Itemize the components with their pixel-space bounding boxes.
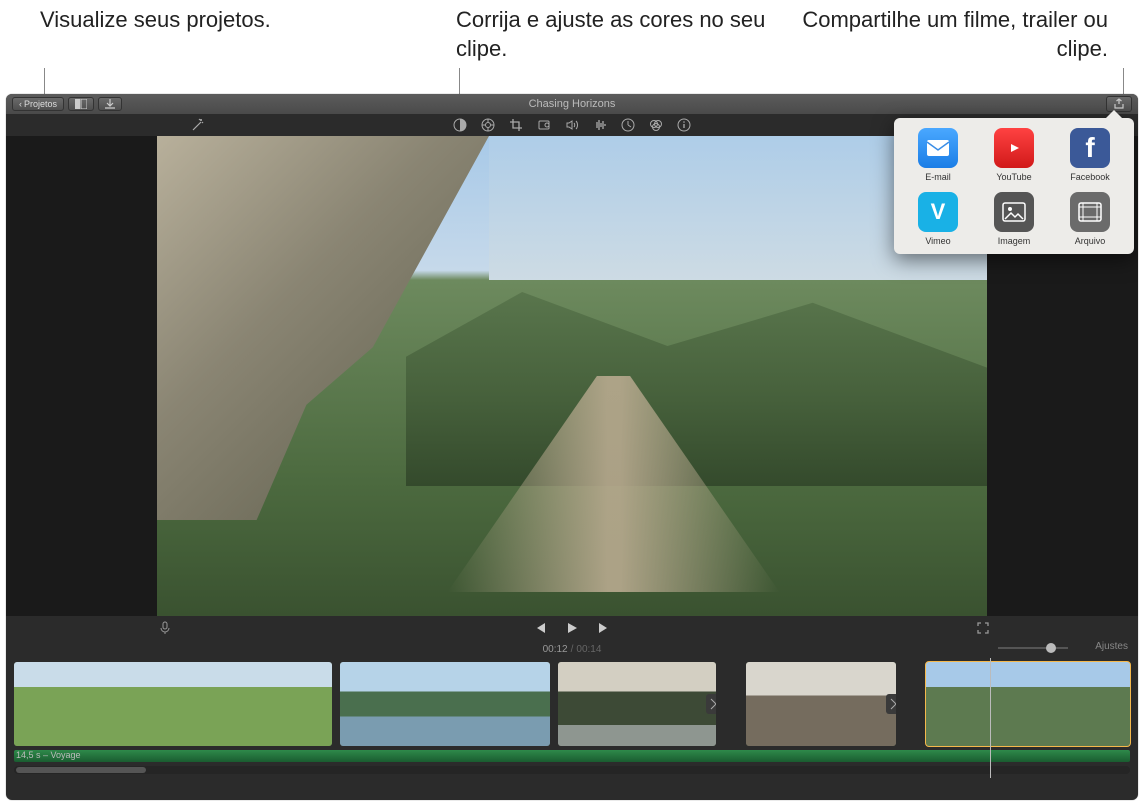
callout-line (44, 68, 45, 96)
titlebar: ‹ Projetos Chasing Horizons (6, 94, 1138, 114)
share-youtube[interactable]: YouTube (980, 128, 1048, 182)
volume-icon[interactable] (565, 118, 579, 132)
facebook-icon: f (1070, 128, 1110, 168)
share-label: E-mail (925, 172, 951, 182)
timeline-clip[interactable] (746, 662, 896, 746)
noise-reduction-icon[interactable] (593, 118, 607, 132)
magic-wand-icon[interactable] (190, 117, 206, 133)
settings-link[interactable]: Ajustes (1095, 641, 1128, 652)
share-facebook[interactable]: f Facebook (1056, 128, 1124, 182)
share-email[interactable]: E-mail (904, 128, 972, 182)
prev-frame-button[interactable] (533, 621, 547, 635)
transport-bar (6, 616, 1138, 640)
callout-color: Corrija e ajuste as cores no seu clipe. (456, 6, 766, 63)
playhead[interactable] (990, 658, 991, 778)
color-balance-icon[interactable] (453, 118, 467, 132)
share-label: YouTube (996, 172, 1031, 182)
timeline-scrollbar[interactable] (14, 766, 1130, 774)
timecode-total: 00:14 (576, 644, 601, 655)
share-icon (1113, 98, 1125, 110)
timeline[interactable]: 14,5 s – Voyage (6, 658, 1138, 778)
fullscreen-icon[interactable] (976, 621, 990, 635)
stabilize-icon[interactable] (537, 118, 551, 132)
back-to-projects-button[interactable]: ‹ Projetos (12, 97, 64, 111)
share-image[interactable]: Imagem (980, 192, 1048, 246)
timecode-current: 00:12 (543, 644, 568, 655)
zoom-knob[interactable] (1046, 643, 1056, 653)
callout-line (1123, 68, 1124, 96)
share-vimeo[interactable]: V Vimeo (904, 192, 972, 246)
email-icon (918, 128, 958, 168)
timeline-clip[interactable] (558, 662, 716, 746)
video-frame[interactable] (157, 136, 987, 616)
scrollbar-thumb[interactable] (16, 767, 146, 773)
next-frame-button[interactable] (597, 621, 611, 635)
callout-share: Compartilhe um filme, trailer ou clipe. (778, 6, 1108, 63)
timecode-row: 00:12 / 00:14 Ajustes (6, 640, 1138, 658)
share-popover: E-mail YouTube f Facebook V Vimeo (894, 118, 1134, 254)
youtube-icon (994, 128, 1034, 168)
transition-icon[interactable] (886, 694, 896, 714)
download-arrow-icon (105, 99, 115, 109)
info-icon[interactable] (677, 118, 691, 132)
timeline-clip[interactable] (340, 662, 550, 746)
back-label: Projetos (24, 99, 57, 109)
library-icon (75, 99, 87, 109)
library-toggle-button[interactable] (68, 97, 94, 111)
share-label: Vimeo (925, 236, 950, 246)
zoom-slider[interactable] (998, 643, 1068, 653)
play-button[interactable] (565, 621, 579, 635)
timecode-sep: / (568, 644, 577, 655)
project-title: Chasing Horizons (529, 98, 616, 110)
vimeo-icon: V (918, 192, 958, 232)
import-button[interactable] (98, 97, 122, 111)
share-label: Arquivo (1075, 236, 1106, 246)
timeline-footer-label: 14,5 s – Voyage (16, 750, 81, 760)
timeline-clip-selected[interactable] (926, 662, 1130, 746)
chevron-left-icon: ‹ (19, 99, 22, 109)
image-icon (994, 192, 1034, 232)
share-file[interactable]: Arquivo (1056, 192, 1124, 246)
share-label: Imagem (998, 236, 1031, 246)
transition-icon[interactable] (706, 694, 716, 714)
color-wheel-icon[interactable] (481, 118, 495, 132)
timeline-clip[interactable] (14, 662, 332, 746)
file-icon (1070, 192, 1110, 232)
filter-icon[interactable] (649, 118, 663, 132)
callout-projects: Visualize seus projetos. (40, 6, 271, 35)
crop-icon[interactable] (509, 118, 523, 132)
voiceover-icon[interactable] (158, 621, 172, 635)
clip-row (14, 662, 1130, 746)
speed-icon[interactable] (621, 118, 635, 132)
share-label: Facebook (1070, 172, 1110, 182)
imovie-window: ‹ Projetos Chasing Horizons (6, 94, 1138, 800)
audio-track[interactable] (14, 750, 1130, 762)
